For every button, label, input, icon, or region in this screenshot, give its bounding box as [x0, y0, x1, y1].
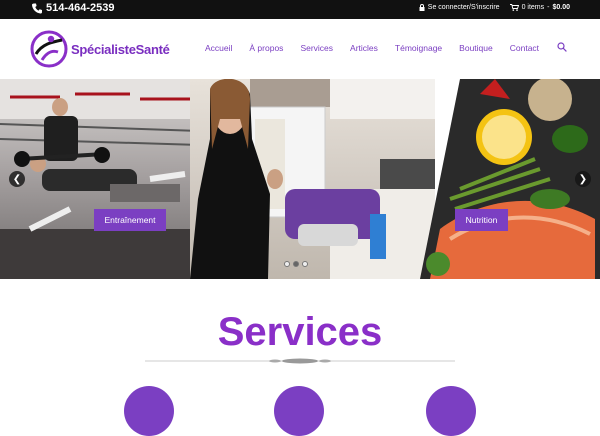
hero-slider: Entraînement Nutrition ❮ ❯ — [0, 79, 600, 279]
nav-boutique[interactable]: Boutique — [459, 43, 493, 53]
logo-mark-icon — [30, 30, 68, 68]
search-icon[interactable] — [557, 42, 567, 52]
kitchen-scene — [190, 79, 435, 279]
ornament-divider — [145, 358, 455, 364]
food-scene — [426, 79, 595, 279]
nav-contact[interactable]: Contact — [510, 43, 539, 53]
service-icon-circle-3[interactable] — [426, 386, 476, 436]
nav-accueil[interactable]: Accueil — [205, 43, 232, 53]
logo-text: SpécialisteSanté — [71, 42, 170, 57]
food-photo — [420, 79, 600, 279]
logo-text-part1: Spécialiste — [71, 41, 136, 57]
cart-items: 0 items — [521, 4, 545, 11]
top-bar: 514-464-2539 Se connecter/S'inscrire 0 i… — [0, 0, 600, 19]
phone-number[interactable]: 514-464-2539 — [32, 2, 115, 14]
chevron-left-icon: ❮ — [12, 173, 22, 185]
slider-prev-button[interactable]: ❮ — [9, 171, 25, 187]
slider-dot-2[interactable] — [293, 261, 299, 267]
services-heading: Services — [217, 310, 383, 354]
nav-temoignage[interactable]: Témoignage — [395, 43, 442, 53]
gym-scene — [0, 79, 201, 279]
logo-text-part2: Santé — [135, 41, 170, 57]
slider-dot-1[interactable] — [284, 261, 290, 267]
login-link[interactable]: Se connecter/S'inscrire — [419, 4, 500, 11]
cart-total: $0.00 — [552, 4, 570, 11]
training-caption-button[interactable]: Entraînement — [94, 209, 166, 231]
kitchen-photo — [190, 79, 435, 279]
nav-a-propos[interactable]: À propos — [249, 43, 283, 53]
slider-dots — [284, 261, 308, 267]
site-header: SpécialisteSanté Accueil À propos Servic… — [0, 19, 600, 79]
cart-separator: - — [547, 4, 550, 11]
slider-dot-3[interactable] — [302, 261, 308, 267]
site-logo[interactable]: SpécialisteSanté — [30, 27, 170, 71]
slider-next-button[interactable]: ❯ — [575, 171, 591, 187]
cart-icon — [509, 4, 519, 11]
phone-label: 514-464-2539 — [46, 2, 115, 14]
gym-photo — [0, 79, 201, 279]
nav-services[interactable]: Services — [300, 43, 333, 53]
service-icon-circle-2[interactable] — [274, 386, 324, 436]
cart-link[interactable]: 0 items - $0.00 — [509, 4, 570, 11]
lock-icon — [419, 4, 425, 11]
main-nav: Accueil À propos Services Articles Témoi… — [205, 42, 567, 53]
phone-icon — [32, 3, 42, 14]
service-icon-circle-1[interactable] — [124, 386, 174, 436]
chevron-right-icon: ❯ — [578, 173, 588, 185]
login-label: Se connecter/S'inscrire — [427, 4, 500, 11]
nav-articles[interactable]: Articles — [350, 43, 378, 53]
nutrition-caption-button[interactable]: Nutrition — [455, 209, 508, 231]
